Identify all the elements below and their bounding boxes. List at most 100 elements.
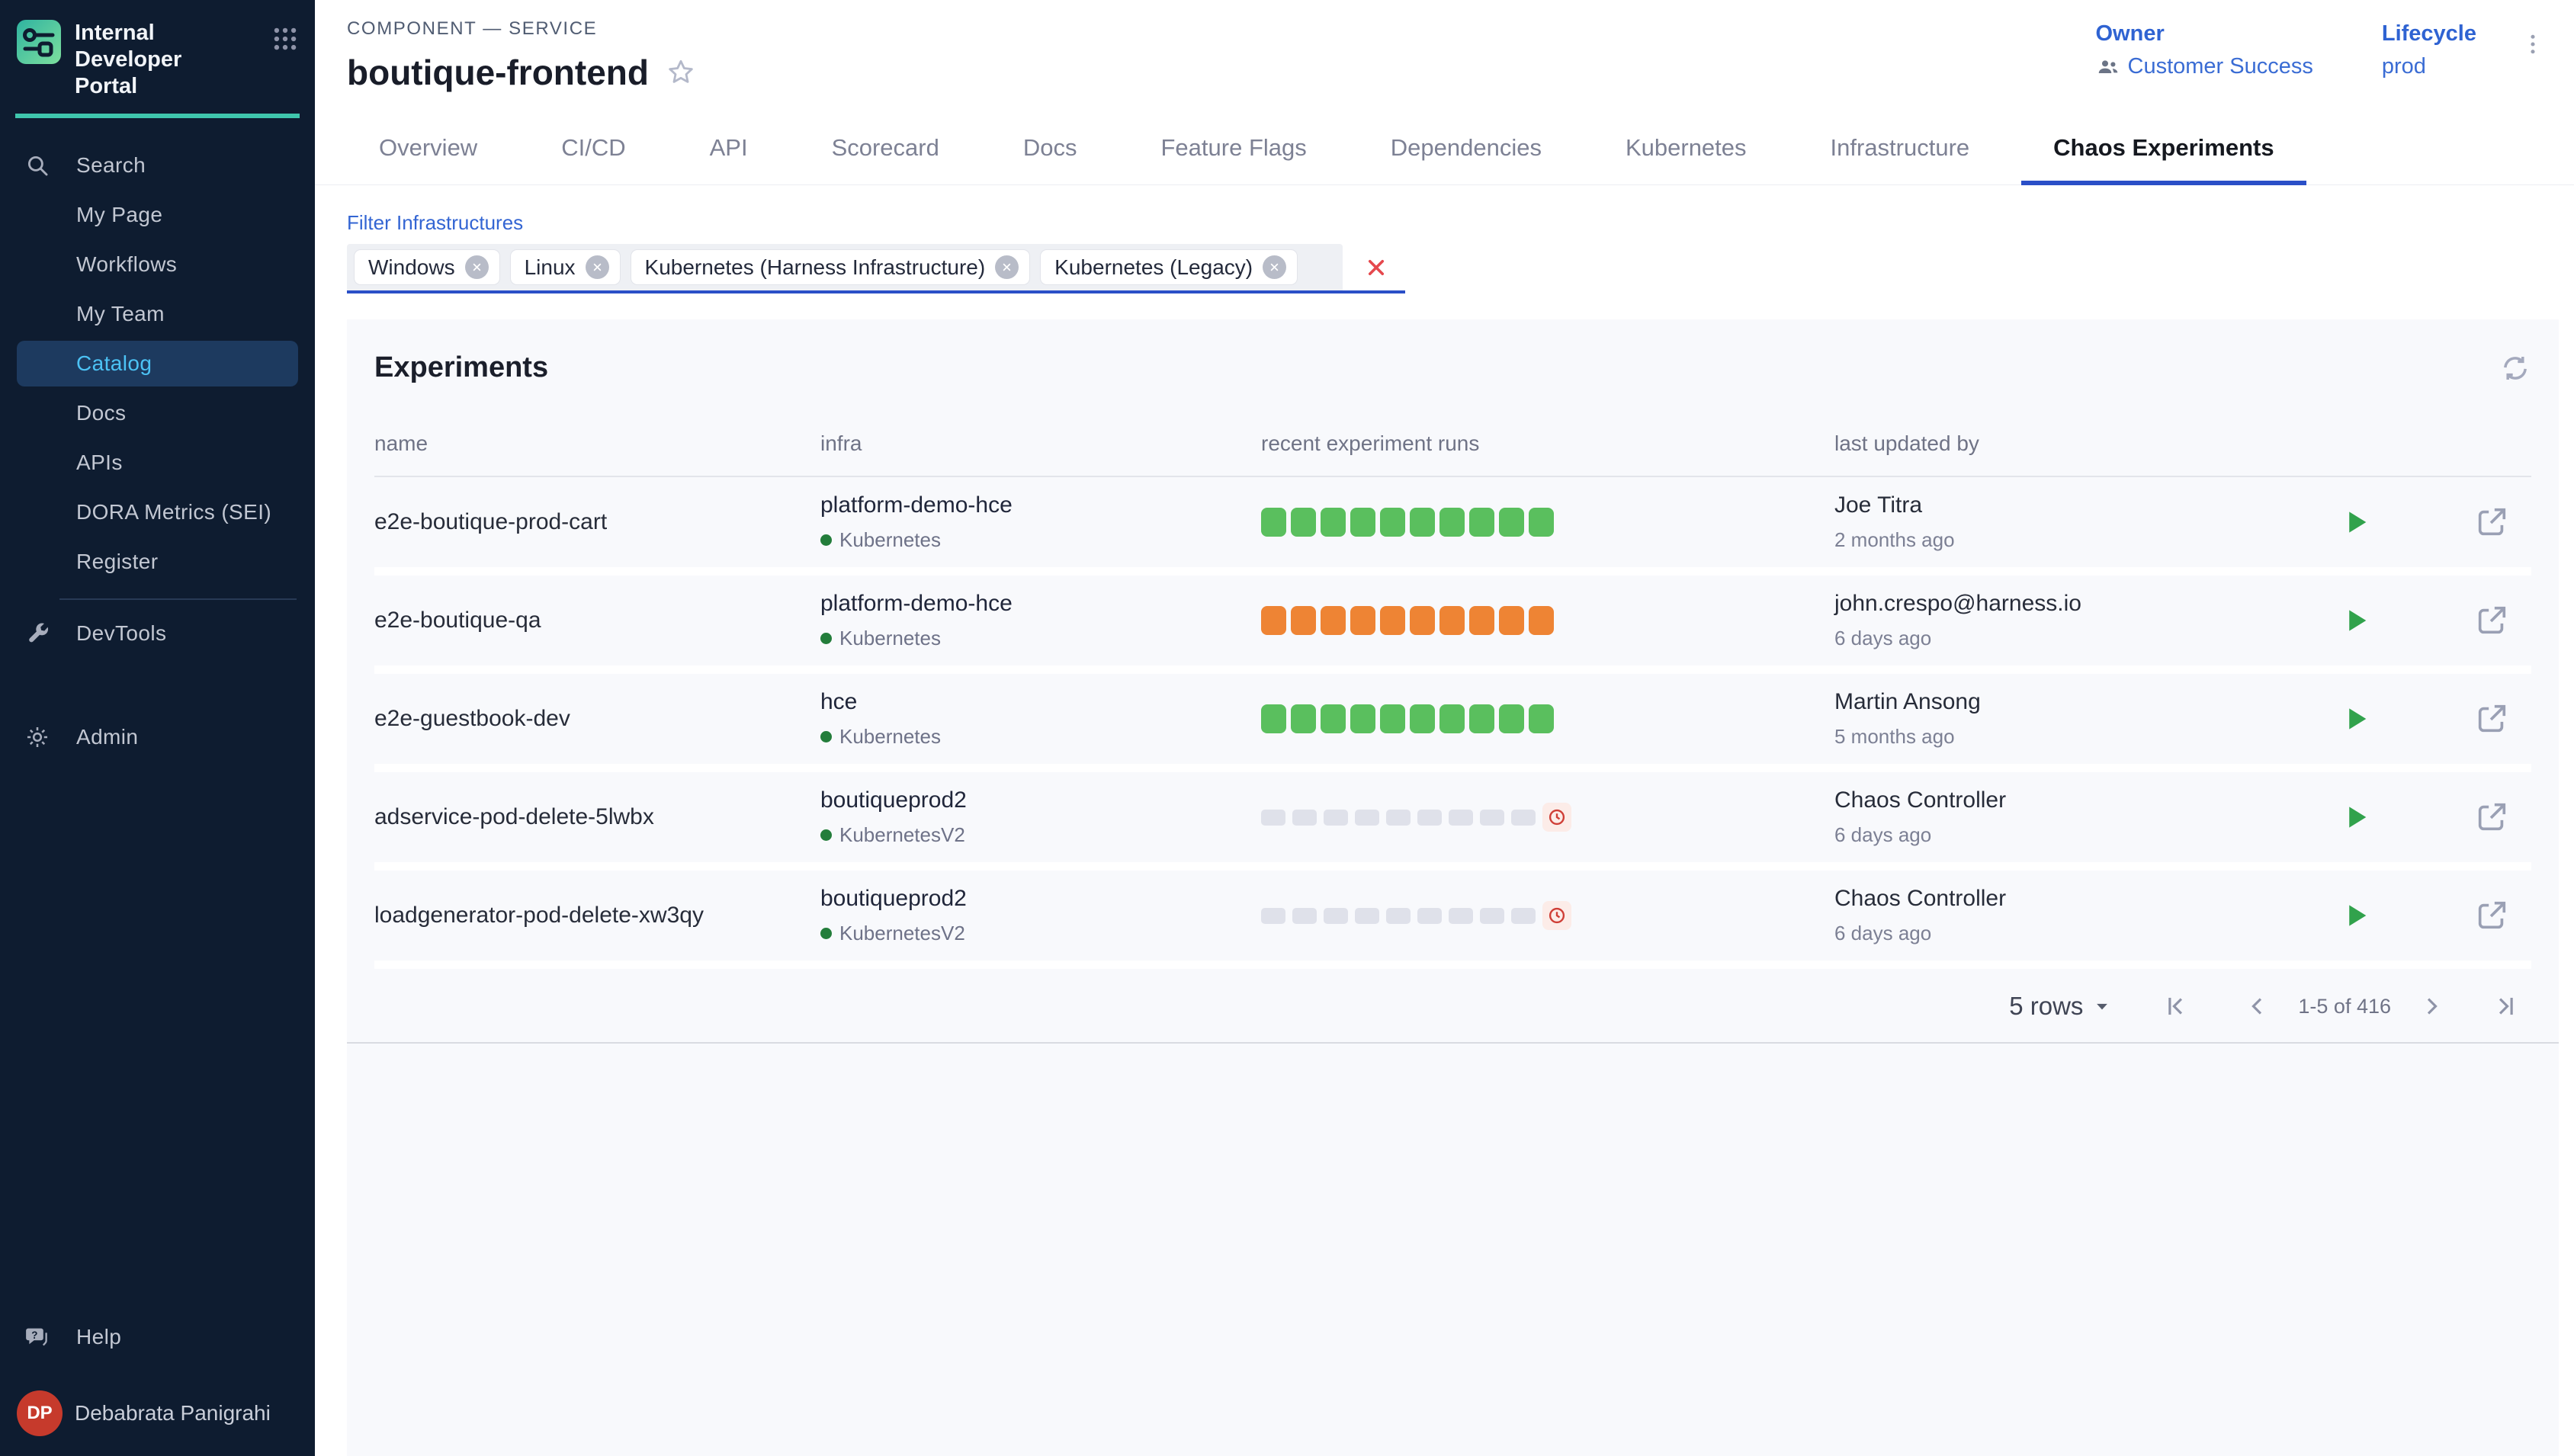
sidebar-item-apis[interactable]: APIs [17,440,298,486]
sidebar-item-my-team[interactable]: My Team [17,291,298,337]
pending-run-badge [1542,803,1571,832]
updated-by-cell: Joe Titra2 months ago [1834,492,2317,552]
remove-chip-icon[interactable] [465,255,489,279]
updated-by-cell: Chaos Controller6 days ago [1834,787,2317,847]
experiment-name: loadgenerator-pod-delete-xw3qy [374,903,820,928]
sidebar-item-my-page[interactable]: My Page [17,192,298,238]
tab-scorecard[interactable]: Scorecard [800,111,971,184]
filter-chip[interactable]: Kubernetes (Harness Infrastructure) [631,250,1030,284]
run-experiment-icon[interactable] [2340,605,2372,637]
run-indicator [1417,908,1442,924]
tab-feature-flags[interactable]: Feature Flags [1129,111,1339,184]
run-experiment-icon[interactable] [2340,900,2372,932]
experiment-name: e2e-guestbook-dev [374,706,820,732]
sidebar-item-dora-metrics-sei-[interactable]: DORA Metrics (SEI) [17,489,298,535]
updated-by: Martin Ansong [1834,689,2317,715]
clear-filters-icon[interactable] [1362,254,1390,281]
run-indicator [1321,508,1346,537]
filter-chip[interactable]: Windows [355,250,499,284]
sidebar-item-label: Help [76,1325,121,1349]
updated-ago: 6 days ago [1834,823,2317,847]
open-in-new-icon[interactable] [2474,800,2509,835]
last-page-button[interactable] [2492,992,2521,1021]
run-experiment-icon[interactable] [2340,801,2372,833]
remove-chip-icon[interactable] [1263,255,1286,279]
run-experiment-icon[interactable] [2340,506,2372,538]
tab-ci-cd[interactable]: CI/CD [529,111,657,184]
run-indicator [1469,704,1494,733]
sidebar-item-devtools[interactable]: DevTools [17,611,298,656]
user-menu[interactable]: DP Debabrata Panigrahi [17,1390,298,1436]
infra-type-row: KubernetesV2 [820,823,1261,847]
sidebar-item-workflows[interactable]: Workflows [17,242,298,287]
app-title: Internal Developer Portal [75,20,224,100]
tab-infrastructure[interactable]: Infrastructure [1799,111,2002,184]
lifecycle-block: Lifecycle prod [2382,21,2476,79]
filter-infrastructures-link[interactable]: Filter Infrastructures [347,211,2574,235]
kebab-menu-icon[interactable] [2519,27,2547,61]
sidebar-item-admin[interactable]: Admin [17,714,298,760]
lifecycle-label: Lifecycle [2382,21,2476,47]
run-indicator [1439,606,1465,635]
owner-value[interactable]: Customer Success [2096,54,2313,79]
run-indicator [1291,508,1316,537]
open-in-new-icon[interactable] [2474,701,2509,736]
filter-chip[interactable]: Kubernetes (Legacy) [1041,250,1297,284]
prev-page-button[interactable] [2243,992,2272,1021]
lifecycle-value: prod [2382,54,2476,79]
filter-chip[interactable]: Linux [511,250,620,284]
sidebar-item-docs[interactable]: Docs [17,390,298,436]
open-in-new-icon[interactable] [2474,898,2509,933]
pagination: 5 rows 1-5 of 416 [374,969,2531,1042]
open-in-new-icon[interactable] [2474,505,2509,540]
tab-api[interactable]: API [678,111,780,184]
app-grid-icon[interactable] [271,24,300,53]
filter-chip-label: Kubernetes (Harness Infrastructure) [645,255,986,280]
run-indicator [1324,908,1348,924]
run-indicator [1261,810,1285,826]
avatar: DP [17,1390,63,1436]
run-indicator [1350,508,1375,537]
sidebar-item-catalog[interactable]: Catalog [17,341,298,386]
column-header-infra: infra [820,431,1261,456]
owner-block: Owner Customer Success [2096,21,2313,79]
recent-runs [1261,704,1834,733]
column-header-updated: last updated by [1834,431,2317,456]
column-header-runs: recent experiment runs [1261,431,1834,456]
table-row: e2e-guestbook-devhceKubernetesMartin Ans… [374,674,2531,772]
tab-docs[interactable]: Docs [991,111,1109,184]
tab-overview[interactable]: Overview [347,111,509,184]
infra-status-dot [820,534,832,546]
tab-kubernetes[interactable]: Kubernetes [1594,111,1779,184]
sidebar-item-help[interactable]: ? Help [17,1314,298,1360]
sidebar-item-label: Catalog [76,351,152,376]
run-indicator [1386,810,1411,826]
remove-chip-icon[interactable] [586,255,609,279]
run-experiment-icon[interactable] [2340,703,2372,735]
filter-section: Filter Infrastructures Windows Linux Kuber… [315,211,2574,293]
run-indicator [1291,704,1316,733]
infra-status-dot [820,731,832,742]
remove-chip-icon[interactable] [995,255,1019,279]
filter-input[interactable]: Windows Linux Kubernetes (Harness Infrastr… [347,244,1405,293]
favorite-star-icon[interactable] [666,57,696,88]
tab-chaos-experiments[interactable]: Chaos Experiments [2021,111,2306,184]
open-in-new-icon[interactable] [2474,603,2509,638]
run-indicator [1350,704,1375,733]
column-header-actions [2317,431,2531,456]
experiment-name-cell: adservice-pod-delete-5lwbx [374,804,820,830]
sidebar-item-search[interactable]: Search [17,143,298,188]
run-indicator [1439,508,1465,537]
refresh-icon[interactable] [2499,352,2531,384]
sidebar-item-register[interactable]: Register [17,539,298,585]
next-page-button[interactable] [2417,992,2446,1021]
experiments-rows: e2e-boutique-prod-cartplatform-demo-hceK… [374,477,2531,969]
run-indicator [1511,810,1536,826]
sidebar-item-label: Search [76,153,146,178]
sidebar-item-label: DORA Metrics (SEI) [76,500,271,524]
row-actions [2317,505,2531,540]
tab-dependencies[interactable]: Dependencies [1359,111,1574,184]
owner-value-text: Customer Success [2128,54,2313,79]
first-page-button[interactable] [2161,992,2190,1021]
rows-per-page-select[interactable]: 5 rows [2009,992,2113,1021]
